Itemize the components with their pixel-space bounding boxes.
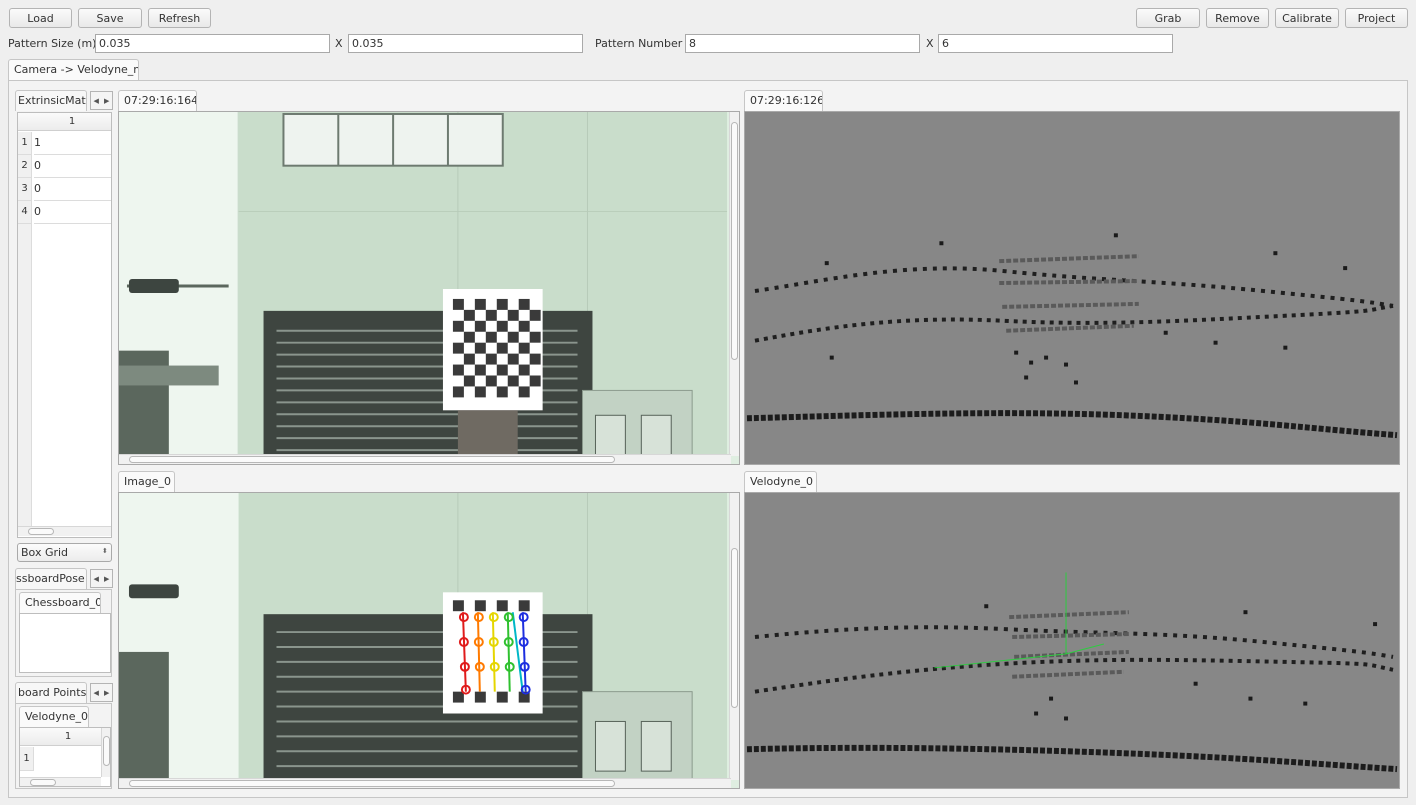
scroll-thumb[interactable] xyxy=(28,528,54,535)
matrix-column-header: 1 xyxy=(32,113,111,131)
scroll-thumb[interactable] xyxy=(30,779,56,786)
scroll-thumb[interactable] xyxy=(731,122,738,360)
grid-type-select[interactable]: Box Grid xyxy=(17,543,112,562)
camera-raw-hscrollbar[interactable] xyxy=(119,454,731,464)
pattern-size-x-label: X xyxy=(335,37,343,50)
points-tab-nav[interactable]: ◀ ▶ xyxy=(90,683,113,702)
pattern-size-width-input[interactable]: 0.035 xyxy=(95,34,330,53)
tab-velodyne-0-points[interactable]: Velodyne_0 xyxy=(19,706,89,727)
camera-image-projected xyxy=(119,493,739,788)
velodyne-projected-view[interactable] xyxy=(744,492,1400,789)
camera-image xyxy=(119,112,739,464)
grab-button[interactable]: Grab xyxy=(1136,8,1200,28)
pattern-number-rows-input[interactable]: 6 xyxy=(938,34,1173,53)
camera-projected-vscrollbar[interactable] xyxy=(729,493,739,780)
matrix-row-header: 4 xyxy=(18,201,32,224)
velodyne-raw-view[interactable] xyxy=(744,111,1400,465)
tab-velodyne-timestamp[interactable]: 07:29:16:126 xyxy=(744,90,823,111)
pattern-number-cols-input[interactable]: 8 xyxy=(685,34,920,53)
camera-raw-view[interactable] xyxy=(118,111,740,465)
tab-chessboard-pose[interactable]: ssboardPose xyxy=(15,568,87,589)
table-corner xyxy=(20,728,34,746)
tab-camera-timestamp[interactable]: 07:29:16:164 xyxy=(118,90,197,111)
scroll-thumb[interactable] xyxy=(129,780,615,787)
camera-projected-view[interactable] xyxy=(118,492,740,789)
tab-chessboard-0[interactable]: Chessboard_0 xyxy=(19,592,101,613)
pattern-number-x-label: X xyxy=(926,37,934,50)
pattern-size-height-input[interactable]: 0.035 xyxy=(348,34,583,53)
remove-button[interactable]: Remove xyxy=(1206,8,1269,28)
matrix-cell[interactable]: 0 xyxy=(34,155,111,178)
extrinsic-matrix-table: 1 1 1 2 0 3 0 4 0 xyxy=(17,112,112,538)
matrix-cell[interactable]: 1 xyxy=(34,132,111,155)
left-arrow-icon[interactable]: ◀ xyxy=(91,92,102,109)
matrix-cell[interactable]: 0 xyxy=(34,201,111,224)
scroll-thumb[interactable] xyxy=(731,548,738,708)
left-arrow-icon[interactable]: ◀ xyxy=(91,570,102,587)
matrix-cell[interactable]: 0 xyxy=(34,178,111,201)
pattern-size-label: Pattern Size (m) xyxy=(8,37,97,50)
right-arrow-icon[interactable]: ▶ xyxy=(102,684,113,701)
points-hscrollbar[interactable] xyxy=(20,777,101,786)
matrix-row-header: 2 xyxy=(18,155,32,178)
save-button[interactable]: Save xyxy=(78,8,142,28)
refresh-button[interactable]: Refresh xyxy=(148,8,211,28)
matrix-row-header: 3 xyxy=(18,178,32,201)
matrix-hscrollbar[interactable] xyxy=(18,526,111,536)
extrinsic-tab-nav[interactable]: ◀ ▶ xyxy=(90,91,113,110)
velodyne-pointcloud-projected xyxy=(745,493,1399,788)
tab-image-0[interactable]: Image_0 xyxy=(118,471,175,492)
pose-content xyxy=(19,613,111,673)
points-row-header: 1 xyxy=(20,747,34,771)
camera-projected-hscrollbar[interactable] xyxy=(119,778,731,788)
load-button[interactable]: Load xyxy=(9,8,72,28)
velodyne-pointcloud xyxy=(745,112,1399,464)
left-arrow-icon[interactable]: ◀ xyxy=(91,684,102,701)
tab-chessboard-points[interactable]: board Points xyxy=(15,682,87,703)
right-arrow-icon[interactable]: ▶ xyxy=(102,92,113,109)
tab-velodyne-0[interactable]: Velodyne_0 xyxy=(744,471,817,492)
pose-tab-nav[interactable]: ◀ ▶ xyxy=(90,569,113,588)
tab-camera-velodyne[interactable]: Camera -> Velodyne_m xyxy=(8,59,139,80)
pattern-number-label: Pattern Number xyxy=(595,37,683,50)
scroll-thumb[interactable] xyxy=(129,456,615,463)
points-vscrollbar[interactable] xyxy=(101,728,110,777)
points-table: 1 1 xyxy=(19,727,111,787)
tab-extrinsic-mat[interactable]: ExtrinsicMat xyxy=(15,90,87,111)
matrix-row-header: 1 xyxy=(18,132,32,155)
right-arrow-icon[interactable]: ▶ xyxy=(102,570,113,587)
camera-raw-vscrollbar[interactable] xyxy=(729,112,739,456)
row-header-filler xyxy=(18,224,32,527)
spinbox-arrows-icon[interactable]: ⬍ xyxy=(102,547,108,555)
project-button[interactable]: Project xyxy=(1345,8,1408,28)
points-column-header: 1 xyxy=(34,728,102,746)
table-corner xyxy=(18,113,32,131)
calibrate-button[interactable]: Calibrate xyxy=(1275,8,1339,28)
scroll-thumb[interactable] xyxy=(103,736,110,766)
